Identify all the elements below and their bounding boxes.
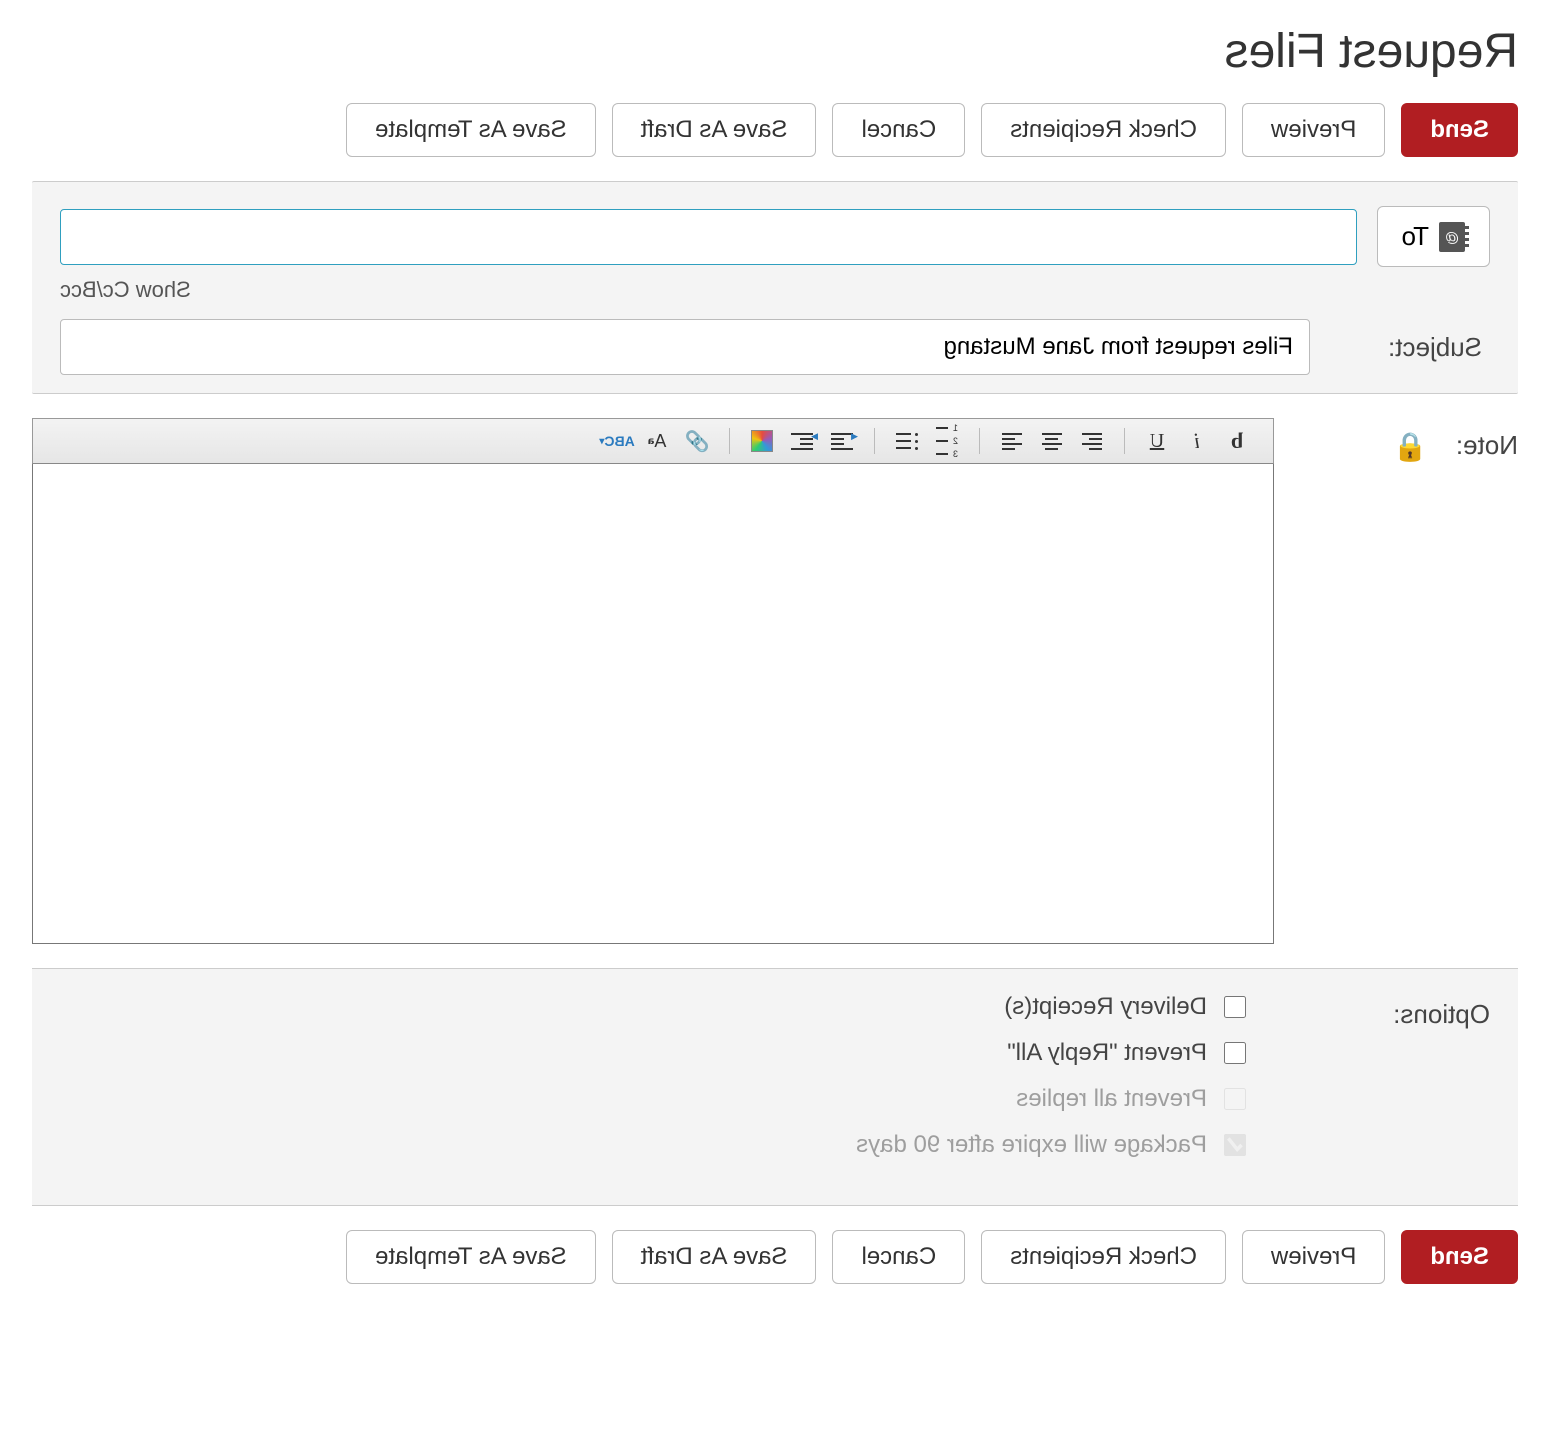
option-checkbox-0[interactable] <box>1224 996 1246 1018</box>
spellcheck-button[interactable]: ABC <box>603 427 631 455</box>
align-left-button[interactable] <box>1078 427 1106 455</box>
preview-button[interactable]: Preview <box>1242 103 1385 157</box>
option-checkbox-3 <box>1224 1134 1246 1156</box>
send-button[interactable]: Send <box>1401 103 1518 157</box>
page-title: Request Files <box>32 24 1518 79</box>
editor-toolbar: b i U 1 2 3 <box>32 418 1274 464</box>
ordered-list-button[interactable]: 1 2 3 <box>933 427 961 455</box>
underline-button[interactable]: U <box>1143 427 1171 455</box>
clear-formatting-button[interactable]: A𝗮 <box>643 427 671 455</box>
show-ccbcc-link[interactable]: Show Cc/Bcc <box>60 277 191 303</box>
send-button-bottom[interactable]: Send <box>1401 1230 1518 1284</box>
insert-link-button[interactable]: 🔗 <box>683 427 711 455</box>
top-button-bar: Send Preview Check Recipients Cancel Sav… <box>32 103 1518 157</box>
option-checkbox-2 <box>1224 1088 1246 1110</box>
option-label-0: Delivery Receipt(s) <box>1004 993 1207 1021</box>
option-item-1[interactable]: Prevent "Reply All" <box>60 1039 1250 1067</box>
cancel-button-bottom[interactable]: Cancel <box>832 1230 965 1284</box>
outdent-button[interactable] <box>828 427 856 455</box>
cancel-button[interactable]: Cancel <box>832 103 965 157</box>
note-label: Note: <box>1456 430 1518 461</box>
lock-icon: 🔒 <box>1393 430 1428 463</box>
option-label-1: Prevent "Reply All" <box>1007 1039 1207 1067</box>
italic-button[interactable]: i <box>1183 427 1211 455</box>
check-recipients-button-bottom[interactable]: Check Recipients <box>981 1230 1226 1284</box>
option-checkbox-1[interactable] <box>1224 1042 1246 1064</box>
indent-button[interactable] <box>788 427 816 455</box>
option-label-3: Package will expire after 90 days <box>856 1131 1207 1159</box>
save-draft-button-bottom[interactable]: Save As Draft <box>612 1230 817 1284</box>
options-label: Options: <box>1290 993 1490 1177</box>
note-section: Note: 🔒 b i U <box>32 418 1518 944</box>
save-template-button-bottom[interactable]: Save As Template <box>346 1230 596 1284</box>
subject-input[interactable] <box>60 319 1310 375</box>
save-draft-button[interactable]: Save As Draft <box>612 103 817 157</box>
to-button[interactable]: To <box>1377 206 1490 267</box>
option-item-3: Package will expire after 90 days <box>60 1131 1250 1159</box>
options-list: Delivery Receipt(s) Prevent "Reply All" Pr… <box>60 993 1250 1177</box>
to-input[interactable] <box>60 209 1357 265</box>
align-center-button[interactable] <box>1038 427 1066 455</box>
preview-button-bottom[interactable]: Preview <box>1242 1230 1385 1284</box>
text-color-button[interactable] <box>748 427 776 455</box>
contacts-icon <box>1439 222 1465 252</box>
options-panel: Options: Delivery Receipt(s) Prevent "Rep… <box>32 968 1518 1206</box>
recipients-panel: To Show Cc/Bcc Subject: <box>32 181 1518 394</box>
align-right-button[interactable] <box>998 427 1026 455</box>
option-label-2: Prevent all replies <box>1016 1085 1207 1113</box>
option-item-0[interactable]: Delivery Receipt(s) <box>60 993 1250 1021</box>
save-template-button[interactable]: Save As Template <box>346 103 596 157</box>
subject-label: Subject: <box>1330 332 1490 363</box>
check-recipients-button[interactable]: Check Recipients <box>981 103 1226 157</box>
note-editor[interactable] <box>32 464 1274 944</box>
to-button-label: To <box>1402 221 1429 252</box>
unordered-list-button[interactable] <box>893 427 921 455</box>
option-item-2: Prevent all replies <box>60 1085 1250 1113</box>
bottom-button-bar: Send Preview Check Recipients Cancel Sav… <box>32 1230 1518 1284</box>
bold-button[interactable]: b <box>1223 427 1251 455</box>
